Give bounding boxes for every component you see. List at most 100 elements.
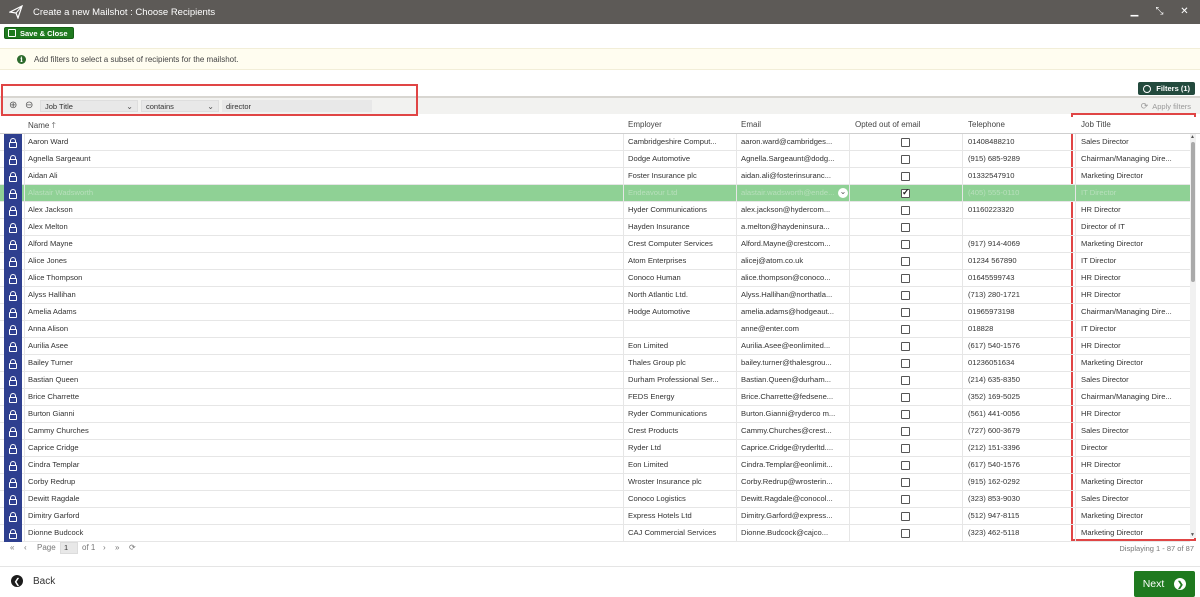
table-row[interactable]: Cammy Churches Crest Products Cammy.Church… bbox=[0, 423, 1190, 440]
table-row[interactable]: Dimitry Garford Express Hotels Ltd Dimitry… bbox=[0, 508, 1190, 525]
lock-icon[interactable] bbox=[4, 457, 22, 474]
opted-out-checkbox[interactable] bbox=[901, 359, 910, 368]
zoom-out-icon[interactable]: ⊖ bbox=[25, 100, 35, 111]
opted-out-checkbox[interactable] bbox=[901, 223, 910, 232]
table-row[interactable]: Aurilia Asee Eon Limited Aurilia.Asee@eonl… bbox=[0, 338, 1190, 355]
opted-out-checkbox[interactable] bbox=[901, 495, 910, 504]
opted-out-checkbox[interactable] bbox=[901, 325, 910, 334]
table-row[interactable]: Alice Thompson Conoco Human alice.thompson… bbox=[0, 270, 1190, 287]
lock-icon[interactable] bbox=[4, 321, 22, 338]
scroll-down-icon[interactable]: ▼ bbox=[1190, 532, 1195, 538]
lock-icon[interactable] bbox=[4, 525, 22, 542]
lock-icon[interactable] bbox=[4, 236, 22, 253]
lock-icon[interactable] bbox=[4, 338, 22, 355]
opted-out-checkbox[interactable] bbox=[901, 427, 910, 436]
table-row[interactable]: Bailey Turner Thales Group plc bailey.turn… bbox=[0, 355, 1190, 372]
column-header-telephone[interactable]: Telephone bbox=[968, 120, 1005, 129]
lock-icon[interactable] bbox=[4, 406, 22, 423]
lock-icon[interactable] bbox=[4, 134, 22, 151]
back-button[interactable]: ❮ Back bbox=[11, 575, 55, 587]
opted-out-checkbox[interactable] bbox=[901, 376, 910, 385]
scrollbar-thumb[interactable] bbox=[1191, 142, 1195, 282]
first-page-icon[interactable]: « bbox=[10, 543, 14, 552]
table-row[interactable]: Corby Redrup Wroster Insurance plc Corby.R… bbox=[0, 474, 1190, 491]
lock-icon[interactable] bbox=[4, 168, 22, 185]
restore-icon[interactable]: ⤡ bbox=[1154, 4, 1165, 18]
opted-out-checkbox[interactable] bbox=[901, 172, 910, 181]
opted-out-checkbox[interactable] bbox=[901, 155, 910, 164]
column-header-email[interactable]: Email bbox=[741, 120, 761, 129]
opted-out-checkbox[interactable] bbox=[901, 240, 910, 249]
column-header-employer[interactable]: Employer bbox=[628, 120, 662, 129]
lock-icon[interactable] bbox=[4, 287, 22, 304]
column-header-opted-out[interactable]: Opted out of email bbox=[855, 120, 920, 129]
table-row[interactable]: Dewitt Ragdale Conoco Logistics Dewitt.Rag… bbox=[0, 491, 1190, 508]
table-row[interactable]: Alice Jones Atom Enterprises alicej@atom.c… bbox=[0, 253, 1190, 270]
lock-icon[interactable] bbox=[4, 151, 22, 168]
lock-icon[interactable] bbox=[4, 202, 22, 219]
table-row[interactable]: Burton Gianni Ryder Communications Burton.… bbox=[0, 406, 1190, 423]
opted-out-checkbox[interactable] bbox=[901, 393, 910, 402]
filter-value-input[interactable]: director bbox=[222, 100, 372, 112]
table-row[interactable]: Aidan Ali Foster Insurance plc aidan.ali@f… bbox=[0, 168, 1190, 185]
opted-out-checkbox[interactable] bbox=[901, 512, 910, 521]
table-row[interactable]: Alford Mayne Crest Computer Services Alfor… bbox=[0, 236, 1190, 253]
opted-out-checkbox[interactable] bbox=[901, 187, 910, 198]
save-close-button[interactable]: Save & Close bbox=[4, 27, 74, 39]
table-row[interactable]: Brice Charrette FEDS Energy Brice.Charrett… bbox=[0, 389, 1190, 406]
opted-out-checkbox[interactable] bbox=[901, 138, 910, 147]
table-row[interactable]: Dionne Budcock CAJ Commercial Services Dio… bbox=[0, 525, 1190, 542]
scroll-up-icon[interactable]: ▲ bbox=[1190, 134, 1195, 140]
filters-button[interactable]: Filters (1) bbox=[1138, 82, 1195, 95]
lock-icon[interactable] bbox=[4, 304, 22, 321]
lock-icon[interactable] bbox=[4, 253, 22, 270]
filter-operator-select[interactable]: contains ⌄ bbox=[141, 100, 219, 112]
lock-icon[interactable] bbox=[4, 491, 22, 508]
close-icon[interactable]: ✕ bbox=[1179, 4, 1190, 18]
grid-scrollbar[interactable]: ▲ ▼ bbox=[1190, 134, 1196, 538]
lock-icon[interactable] bbox=[4, 372, 22, 389]
table-row[interactable]: Aaron Ward Cambridgeshire Comput... aaron.… bbox=[0, 134, 1190, 151]
table-row[interactable]: Cindra Templar Eon Limited Cindra.Templar@… bbox=[0, 457, 1190, 474]
next-page-icon[interactable]: › bbox=[103, 543, 106, 552]
opted-out-checkbox[interactable] bbox=[901, 291, 910, 300]
lock-icon[interactable] bbox=[4, 423, 22, 440]
page-input[interactable]: 1 bbox=[60, 542, 78, 554]
lock-icon[interactable] bbox=[4, 508, 22, 525]
opted-out-checkbox[interactable] bbox=[901, 444, 910, 453]
lock-icon[interactable] bbox=[4, 219, 22, 236]
next-button[interactable]: Next ❯ bbox=[1134, 571, 1195, 597]
table-row[interactable]: Alyss Hallihan North Atlantic Ltd. Alyss.H… bbox=[0, 287, 1190, 304]
opted-out-checkbox[interactable] bbox=[901, 257, 910, 266]
opted-out-checkbox[interactable] bbox=[901, 206, 910, 215]
table-row[interactable]: Caprice Cridge Ryder Ltd Caprice.Cridge@ry… bbox=[0, 440, 1190, 457]
row-dropdown-icon[interactable]: ⌄ bbox=[838, 188, 848, 198]
opted-out-checkbox[interactable] bbox=[901, 478, 910, 487]
column-header-name[interactable]: Name 🡑 bbox=[28, 120, 56, 134]
opted-out-checkbox[interactable] bbox=[901, 461, 910, 470]
lock-icon[interactable] bbox=[4, 474, 22, 491]
table-row[interactable]: Alex Jackson Hyder Communications alex.jac… bbox=[0, 202, 1190, 219]
zoom-in-icon[interactable]: ⊕ bbox=[9, 100, 19, 111]
table-row[interactable]: Alastair Wadsworth Endeavour Ltd alastair.… bbox=[0, 185, 1190, 202]
opted-out-checkbox[interactable] bbox=[901, 274, 910, 283]
table-row[interactable]: Alex Melton Hayden Insurance a.melton@hayd… bbox=[0, 219, 1190, 236]
lock-icon[interactable] bbox=[4, 185, 22, 202]
prev-page-icon[interactable]: ‹ bbox=[24, 543, 27, 552]
opted-out-checkbox[interactable] bbox=[901, 342, 910, 351]
lock-icon[interactable] bbox=[4, 270, 22, 287]
lock-icon[interactable] bbox=[4, 355, 22, 372]
filter-field-select[interactable]: Job Title ⌄ bbox=[40, 100, 138, 112]
opted-out-checkbox[interactable] bbox=[901, 308, 910, 317]
table-row[interactable]: Anna Alison anne@enter.com 018828 IT Direct… bbox=[0, 321, 1190, 338]
last-page-icon[interactable]: » bbox=[115, 543, 119, 552]
column-header-job-title[interactable]: Job Title bbox=[1081, 120, 1111, 129]
lock-icon[interactable] bbox=[4, 389, 22, 406]
apply-filters-button[interactable]: ⟳ Apply filters bbox=[1141, 101, 1191, 112]
opted-out-checkbox[interactable] bbox=[901, 410, 910, 419]
minimize-icon[interactable]: ▁ bbox=[1129, 4, 1140, 18]
refresh-page-icon[interactable]: ⟳ bbox=[129, 543, 136, 552]
table-row[interactable]: Bastian Queen Durham Professional Ser... B… bbox=[0, 372, 1190, 389]
lock-icon[interactable] bbox=[4, 440, 22, 457]
table-row[interactable]: Amelia Adams Hodge Automotive amelia.adams… bbox=[0, 304, 1190, 321]
